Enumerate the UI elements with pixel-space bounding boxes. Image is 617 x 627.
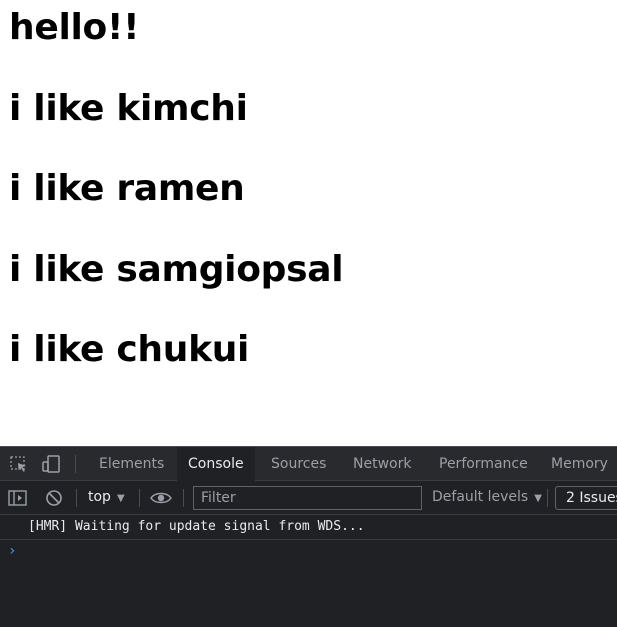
log-levels-label: Default levels xyxy=(432,489,529,505)
context-label: top xyxy=(88,489,111,505)
tab-elements[interactable]: Elements xyxy=(88,447,175,481)
dropdown-caret-icon: ▼ xyxy=(116,493,125,504)
console-message-text: [HMR] Waiting for update signal from WDS… xyxy=(28,519,365,534)
heading-ramen: i like ramen xyxy=(9,168,245,209)
console-message: [HMR] Waiting for update signal from WDS… xyxy=(0,515,617,540)
heading-hello: hello!! xyxy=(9,7,140,48)
tab-sources[interactable]: Sources xyxy=(260,447,337,481)
sidebar-toggle-icon[interactable] xyxy=(8,489,28,507)
tab-network[interactable]: Network xyxy=(342,447,422,481)
devtools-tabbar: Elements Console Sources Network Perform… xyxy=(0,446,617,481)
log-levels-dropdown[interactable]: Default levels ▼ xyxy=(432,481,542,514)
eye-icon[interactable] xyxy=(150,489,172,507)
tab-console[interactable]: Console xyxy=(177,447,255,481)
tab-memory[interactable]: Memory xyxy=(540,447,617,481)
device-toolbar-icon[interactable] xyxy=(41,455,61,473)
toolbar-divider xyxy=(76,489,77,507)
clear-console-icon[interactable] xyxy=(44,489,64,507)
heading-kimchi: i like kimchi xyxy=(9,88,248,129)
toolbar-divider xyxy=(547,489,548,507)
filter-input[interactable] xyxy=(193,486,422,510)
context-selector[interactable]: top ▼ xyxy=(88,481,125,514)
tab-performance[interactable]: Performance xyxy=(428,447,539,481)
issues-button[interactable]: 2 Issues xyxy=(555,486,617,510)
heading-samgiopsal: i like samgiopsal xyxy=(9,249,344,290)
page-content: hello!! i like kimchi i like ramen i lik… xyxy=(0,0,617,446)
toolbar-divider xyxy=(75,455,76,473)
inspect-element-icon[interactable] xyxy=(9,455,29,473)
dropdown-caret-icon: ▼ xyxy=(534,493,542,504)
console-prompt[interactable]: › xyxy=(8,542,16,560)
console-toolbar: top ▼ Default levels ▼ 2 Issues xyxy=(0,481,617,515)
devtools-panel: Elements Console Sources Network Perform… xyxy=(0,446,617,627)
toolbar-divider xyxy=(183,489,184,507)
heading-chukui: i like chukui xyxy=(9,329,250,370)
toolbar-divider xyxy=(139,489,140,507)
